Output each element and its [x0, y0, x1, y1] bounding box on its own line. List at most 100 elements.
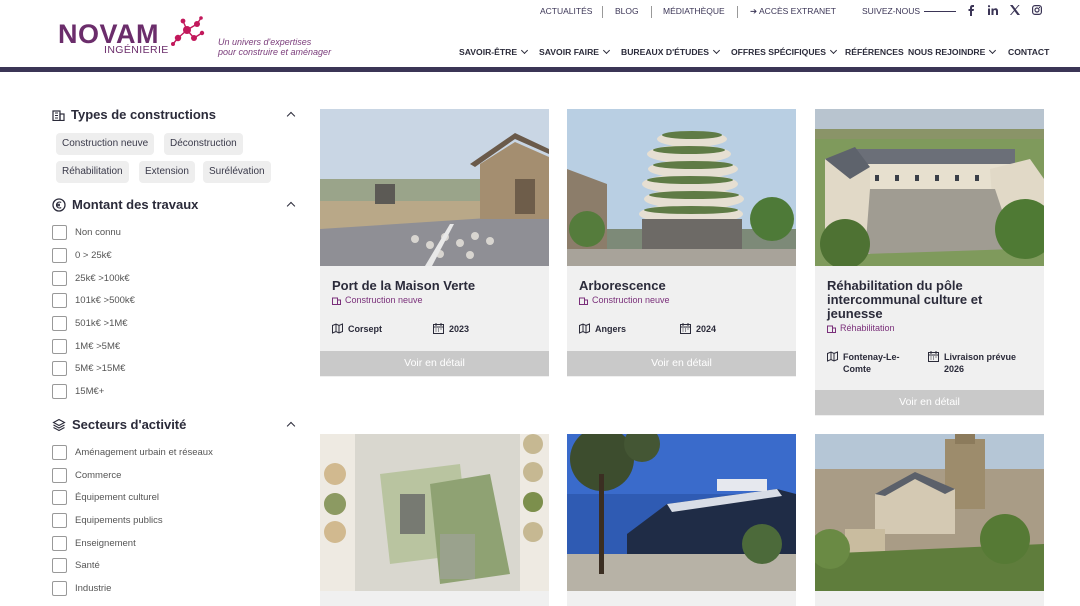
project-card[interactable]: [320, 434, 549, 606]
filter-secteurs-toggle[interactable]: Secteurs d'activité: [52, 417, 186, 432]
molecule-logo-icon: [171, 16, 205, 46]
checkbox[interactable]: [52, 361, 67, 376]
building-icon: [332, 297, 341, 305]
montant-option[interactable]: 101k€ >500k€: [52, 293, 135, 308]
project-photo: [815, 109, 1044, 266]
topnav-extranet[interactable]: ➔ ACCÈS EXTRANET: [750, 6, 836, 17]
option-label: 5M€ >15M€: [75, 363, 126, 374]
project-card[interactable]: [815, 434, 1044, 606]
montant-option[interactable]: 15M€+: [52, 384, 104, 399]
topnav-actualites[interactable]: ACTUALITÉS: [540, 6, 592, 16]
nav-offres-specifiques[interactable]: OFFRES SPÉCIFIQUES: [731, 46, 838, 57]
top-navigation: ACTUALITÉS BLOG MÉDIATHÈQUE ➔ ACCÈS EXTR…: [0, 6, 1080, 20]
checkbox[interactable]: [52, 581, 67, 596]
nav-label: SAVOIR-ÊTRE: [459, 47, 518, 57]
nav-contact[interactable]: CONTACT: [1008, 47, 1049, 57]
option-label: Enseignement: [75, 538, 136, 549]
topnav-blog[interactable]: BLOG: [615, 6, 639, 16]
secteur-option[interactable]: Santé: [52, 558, 100, 573]
chevron-down-icon: [521, 46, 529, 55]
card-type-label: Réhabilitation: [840, 323, 895, 333]
tag-construction-neuve[interactable]: Construction neuve: [56, 133, 155, 155]
instagram-icon[interactable]: [1032, 5, 1042, 15]
filter-title: Montant des travaux: [72, 197, 199, 212]
card-type: Réhabilitation: [827, 323, 895, 333]
option-label: Industrie: [75, 583, 112, 594]
nav-label: OFFRES SPÉCIFIQUES: [731, 47, 827, 57]
header-divider-bar: [0, 67, 1080, 72]
tag-surelevation[interactable]: Surélévation: [203, 161, 271, 183]
card-location: Corsept: [332, 323, 382, 335]
option-label: 15M€+: [75, 386, 105, 397]
chevron-down-icon: [989, 46, 997, 55]
checkbox[interactable]: [52, 490, 67, 505]
project-card[interactable]: Port de la Maison Verte Construction neu…: [320, 109, 549, 377]
tag-deconstruction[interactable]: Déconstruction: [164, 133, 243, 155]
checkbox[interactable]: [52, 536, 67, 551]
tag-extension[interactable]: Extension: [139, 161, 195, 183]
secteur-option[interactable]: Commerce: [52, 468, 121, 483]
building-icon: [827, 325, 836, 333]
secteur-option[interactable]: Equipements publics: [52, 513, 163, 528]
secteur-option[interactable]: Industrie: [52, 581, 111, 596]
nav-savoir-faire[interactable]: SAVOIR FAIRE: [539, 46, 611, 57]
checkbox[interactable]: [52, 271, 67, 286]
project-photo: [320, 434, 549, 591]
option-label: 101k€ >500k€: [75, 295, 135, 306]
view-details-button[interactable]: Voir en détail: [815, 390, 1044, 415]
card-year-label: 2024: [696, 324, 717, 334]
x-icon[interactable]: [1010, 5, 1020, 15]
nav-savoir-etre[interactable]: SAVOIR-ÊTRE: [459, 46, 529, 57]
filter-constructions-toggle[interactable]: Types de constructions: [52, 107, 216, 122]
option-label: Equipements publics: [75, 515, 163, 526]
checkbox[interactable]: [52, 248, 67, 263]
checkbox[interactable]: [52, 339, 67, 354]
nav-nous-rejoindre[interactable]: NOUS REJOINDRE: [908, 46, 997, 57]
checkbox[interactable]: [52, 316, 67, 331]
montant-option[interactable]: 0 > 25k€: [52, 248, 112, 263]
follow-us-label: SUIVEZ-NOUS: [862, 6, 921, 16]
option-label: 501k€ >1M€: [75, 318, 128, 329]
option-label: 0 > 25k€: [75, 250, 112, 261]
checkbox[interactable]: [52, 384, 67, 399]
card-location: Angers: [579, 323, 626, 335]
card-year: 2024: [680, 323, 716, 335]
checkbox[interactable]: [52, 445, 67, 460]
option-label: Aménagement urbain et réseaux: [75, 447, 213, 458]
montant-option[interactable]: 1M€ >5M€: [52, 339, 120, 354]
chevron-up-icon[interactable]: [286, 111, 296, 121]
secteur-option[interactable]: Équipement culturel: [52, 490, 159, 505]
facebook-icon[interactable]: [967, 5, 975, 16]
checkbox[interactable]: [52, 293, 67, 308]
project-card[interactable]: [567, 434, 796, 606]
secteur-option[interactable]: Enseignement: [52, 536, 136, 551]
checkbox[interactable]: [52, 225, 67, 240]
montant-option[interactable]: 5M€ >15M€: [52, 361, 125, 376]
nav-bureaux-etudes[interactable]: BUREAUX D'ÉTUDES: [621, 46, 721, 57]
view-details-button[interactable]: Voir en détail: [567, 351, 796, 376]
view-details-button[interactable]: Voir en détail: [320, 351, 549, 376]
project-card[interactable]: Réhabilitation du pôle intercommunal cul…: [815, 109, 1044, 416]
card-type: Construction neuve: [332, 295, 423, 305]
project-photo: [815, 434, 1044, 591]
option-label: Santé: [75, 560, 100, 571]
checkbox[interactable]: [52, 558, 67, 573]
montant-option[interactable]: 25k€ >100k€: [52, 271, 130, 286]
linkedin-icon[interactable]: [988, 5, 998, 15]
tag-rehabilitation[interactable]: Réhabilitation: [56, 161, 129, 183]
project-card[interactable]: Arborescence Construction neuve Angers 2…: [567, 109, 796, 377]
layers-icon: [52, 418, 66, 431]
topnav-mediatheque[interactable]: MÉDIATHÈQUE: [663, 6, 725, 16]
chevron-up-icon[interactable]: [286, 421, 296, 431]
filter-montant-toggle[interactable]: Montant des travaux: [52, 197, 198, 212]
checkbox[interactable]: [52, 468, 67, 483]
secteur-option[interactable]: Aménagement urbain et réseaux: [52, 445, 213, 460]
montant-option[interactable]: 501k€ >1M€: [52, 316, 128, 331]
checkbox[interactable]: [52, 513, 67, 528]
card-year: Livraison prévue 2026: [928, 351, 1033, 375]
chevron-up-icon[interactable]: [286, 201, 296, 211]
nav-references[interactable]: RÉFÉRENCES: [845, 47, 904, 57]
montant-option[interactable]: Non connu: [52, 225, 121, 240]
card-location-label: Corsept: [348, 324, 383, 334]
divider: [602, 6, 603, 18]
